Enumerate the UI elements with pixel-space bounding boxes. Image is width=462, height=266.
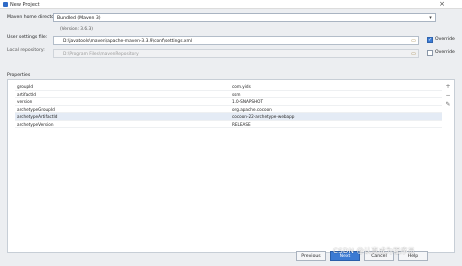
folder-icon[interactable]: ▭ xyxy=(410,51,417,57)
user-settings-field[interactable]: D:\javatools\maven\apache-maven-3.3.9\co… xyxy=(53,36,419,45)
maven-home-select[interactable]: Bundled (Maven 3) ▾ xyxy=(53,13,436,22)
window-title: New Project xyxy=(10,1,40,8)
local-repository-override-label: Override xyxy=(435,50,455,55)
dialog-content: Maven home directory: Bundled (Maven 3) … xyxy=(0,9,462,266)
properties-table: groupId com.yids artifactId ssm version … xyxy=(15,83,442,128)
chevron-down-icon[interactable]: ▾ xyxy=(427,15,434,21)
property-value[interactable]: 1.0-SNAPSHOT xyxy=(232,99,263,104)
property-value[interactable]: RELEASE xyxy=(232,122,251,127)
property-value[interactable]: ssm xyxy=(232,92,240,97)
property-key: version xyxy=(17,99,33,105)
local-repository-field[interactable]: D:\Program Files\mavenRepository ▭ xyxy=(53,49,419,58)
local-repository-value: D:\Program Files\mavenRepository xyxy=(63,51,139,57)
app-icon xyxy=(3,2,8,7)
user-settings-override-label: Override xyxy=(435,37,455,42)
property-key: archetypeVersion xyxy=(17,121,54,127)
title-bar: New Project × xyxy=(0,0,462,9)
close-button[interactable]: × xyxy=(435,1,449,8)
table-row[interactable]: groupId com.yids xyxy=(15,83,442,91)
remove-icon[interactable]: − xyxy=(444,92,452,100)
property-value[interactable]: com.yids xyxy=(232,84,251,89)
property-key: archetypeArtifactId xyxy=(17,114,58,120)
user-settings-label: User settings file: xyxy=(7,35,48,40)
watermark: CSDN @认真成为程序员 xyxy=(333,247,416,255)
folder-icon[interactable]: ▭ xyxy=(410,38,417,44)
property-key: artifactId xyxy=(17,91,36,97)
properties-title: Properties xyxy=(7,73,31,78)
table-row[interactable]: artifactId ssm xyxy=(15,91,442,98)
table-row[interactable]: archetypeVersion RELEASE xyxy=(15,121,442,128)
property-key: archetypeGroupId xyxy=(17,106,55,112)
table-row[interactable]: archetypeGroupId org.apache.cocoon xyxy=(15,106,442,113)
local-repository-override-checkbox[interactable] xyxy=(427,50,433,56)
table-row[interactable]: version 1.0-SNAPSHOT xyxy=(15,98,442,106)
maven-home-label: Maven home directory: xyxy=(7,15,60,20)
table-row[interactable]: archetypeArtifactId cocoon-22-archetype-… xyxy=(15,113,442,121)
maven-home-value: Bundled (Maven 3) xyxy=(57,15,101,21)
properties-panel: groupId com.yids artifactId ssm version … xyxy=(7,79,455,253)
maven-version-note: (Version: 3.6.3) xyxy=(60,27,93,32)
user-settings-override-checkbox[interactable]: ✓ xyxy=(427,37,433,43)
properties-toolbar: + − ✎ xyxy=(444,83,452,110)
add-icon[interactable]: + xyxy=(444,83,452,91)
user-settings-value: D:\javatools\maven\apache-maven-3.3.9\co… xyxy=(63,38,192,44)
local-repository-label: Local repository: xyxy=(7,48,45,53)
edit-icon[interactable]: ✎ xyxy=(444,101,452,109)
property-value[interactable]: cocoon-22-archetype-webapp xyxy=(232,114,294,119)
previous-button[interactable]: Previous xyxy=(296,251,326,261)
property-key: groupId xyxy=(17,84,34,90)
property-value[interactable]: org.apache.cocoon xyxy=(232,107,272,112)
